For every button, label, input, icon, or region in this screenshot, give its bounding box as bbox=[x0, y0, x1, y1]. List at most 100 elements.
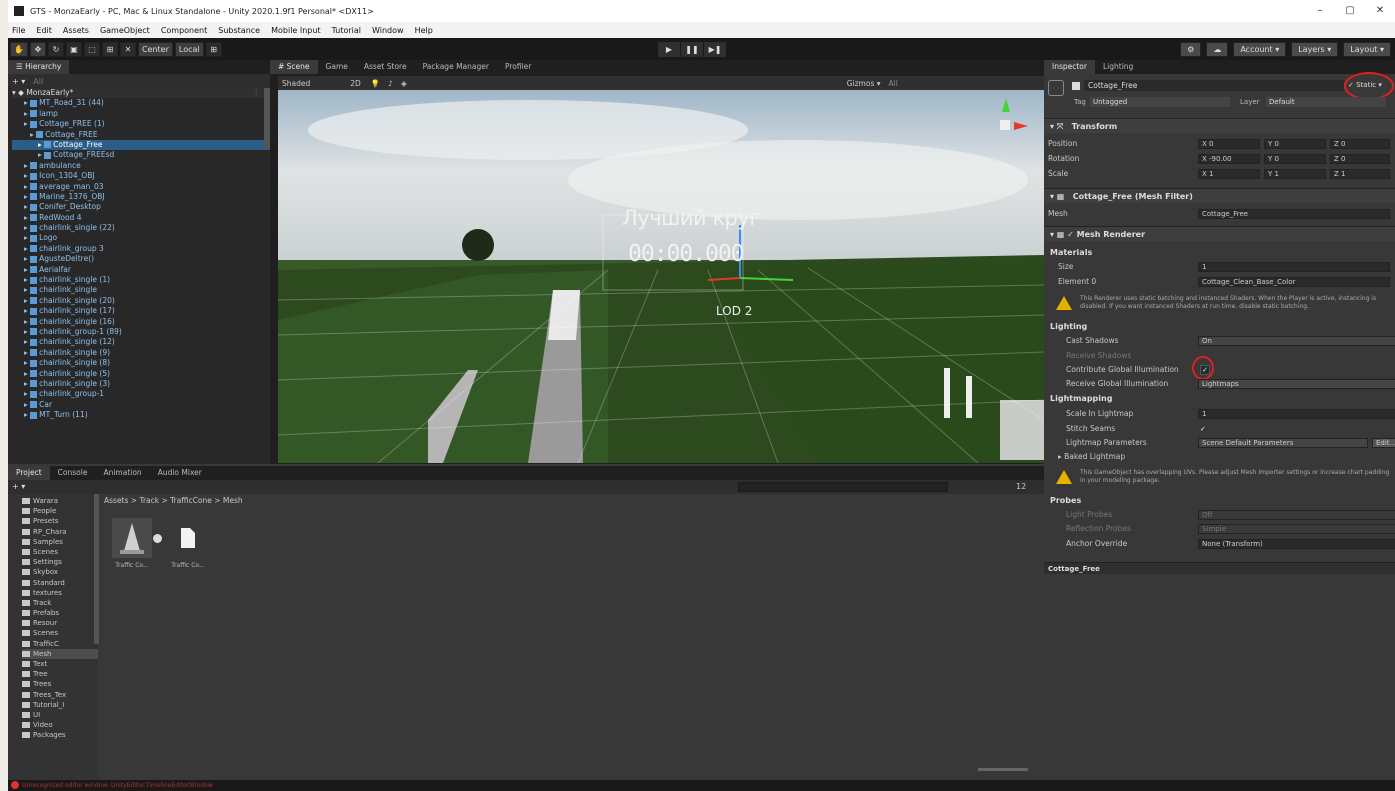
size-field[interactable]: 1 bbox=[1198, 262, 1390, 272]
folder-item[interactable]: TrafficC bbox=[22, 639, 98, 649]
menu-gameobject[interactable]: GameObject bbox=[100, 26, 150, 35]
menu-file[interactable]: File bbox=[12, 26, 25, 35]
scene-search-input[interactable]: All bbox=[889, 79, 898, 88]
hierarchy-item[interactable]: ▸ chairlink_single (12) bbox=[12, 337, 270, 347]
tab-lighting[interactable]: Lighting bbox=[1095, 60, 1141, 74]
scale-lightmap-field[interactable]: 1 bbox=[1198, 409, 1395, 419]
layout-dropdown[interactable]: Layout ▾ bbox=[1343, 42, 1391, 57]
hierarchy-item[interactable]: ▸ Aerialfar bbox=[12, 265, 270, 275]
effects-toggle-icon[interactable]: ◈ bbox=[401, 79, 407, 88]
receive-gi-dropdown[interactable]: Lightmaps bbox=[1198, 379, 1395, 389]
folder-item[interactable]: UI bbox=[22, 710, 98, 720]
step-button[interactable]: ▶❚ bbox=[704, 42, 726, 57]
move-tool-button[interactable]: ✥ bbox=[29, 41, 46, 57]
custom-tool-button[interactable]: ✕ bbox=[119, 41, 136, 57]
tab-inspector[interactable]: Inspector bbox=[1044, 60, 1095, 74]
mode-2d-toggle[interactable]: 2D bbox=[350, 79, 361, 88]
mesh-field[interactable]: Cottage_Free bbox=[1198, 209, 1390, 219]
element-field[interactable]: Cottage_Clean_Base_Color bbox=[1198, 277, 1390, 287]
mesh-filter-header[interactable]: ▾ ▦ Cottage_Free (Mesh Filter) bbox=[1044, 188, 1395, 203]
project-search-input[interactable] bbox=[738, 482, 948, 492]
lighting-section-label[interactable]: Lighting bbox=[1050, 322, 1087, 331]
folder-item[interactable]: textures bbox=[22, 588, 98, 598]
menu-help[interactable]: Help bbox=[415, 26, 433, 35]
hierarchy-item[interactable]: ▸ ambulance bbox=[12, 161, 270, 171]
folder-item[interactable]: Standard bbox=[22, 578, 98, 588]
hand-tool-button[interactable]: ✋ bbox=[10, 41, 28, 57]
mesh-renderer-header[interactable]: ▾ ▦ ✓ Mesh Renderer bbox=[1044, 226, 1395, 241]
folder-item[interactable]: Scenes bbox=[22, 547, 98, 557]
hierarchy-item[interactable]: ▸ Marine_1376_OBJ bbox=[12, 192, 270, 202]
hierarchy-item[interactable]: ▸ chairlink_group-1 bbox=[12, 389, 270, 399]
folder-item[interactable]: Packages bbox=[22, 730, 98, 740]
scale-x[interactable]: X 1 bbox=[1198, 169, 1260, 179]
folder-item[interactable]: Track bbox=[22, 598, 98, 608]
shading-dropdown[interactable]: Shaded bbox=[282, 79, 310, 88]
hierarchy-item[interactable]: ▸ RedWood 4 bbox=[12, 213, 270, 223]
menu-tutorial[interactable]: Tutorial bbox=[332, 26, 361, 35]
collab-button[interactable]: ⚙ bbox=[1180, 42, 1202, 57]
scene-root[interactable]: ▾ ◆ MonzaEarly* ⋮ bbox=[12, 88, 270, 99]
active-checkbox[interactable] bbox=[1072, 82, 1080, 90]
play-button[interactable]: ▶ bbox=[658, 42, 680, 57]
position-z[interactable]: Z 0 bbox=[1330, 139, 1390, 149]
persp-label[interactable]: < Persp bbox=[992, 156, 1019, 164]
lightmapping-label[interactable]: Lightmapping bbox=[1050, 394, 1112, 403]
probes-label[interactable]: Probes bbox=[1050, 496, 1081, 505]
lighting-toggle-icon[interactable]: 💡 bbox=[371, 79, 380, 88]
folder-item[interactable]: RP_Chara bbox=[22, 527, 98, 537]
folder-item[interactable]: Prefabs bbox=[22, 608, 98, 618]
hierarchy-item[interactable]: ▸ chairlink_single (5) bbox=[12, 369, 270, 379]
hierarchy-item[interactable]: ▸ chairlink_single (3) bbox=[12, 379, 270, 389]
folder-scrollbar[interactable] bbox=[94, 494, 99, 644]
scale-tool-button[interactable]: ▣ bbox=[65, 41, 82, 57]
tag-dropdown[interactable]: Untagged bbox=[1090, 97, 1230, 107]
menu-assets[interactable]: Assets bbox=[63, 26, 89, 35]
hierarchy-item[interactable]: ▸ chairlink_group-1 (89) bbox=[12, 327, 270, 337]
hierarchy-item[interactable]: ▸ chairlink_single (1) bbox=[12, 275, 270, 285]
transform-tool-button[interactable]: ⊞ bbox=[101, 41, 118, 57]
orientation-gizmo-center[interactable] bbox=[1000, 120, 1010, 130]
folder-item[interactable]: Trees bbox=[22, 679, 98, 689]
hierarchy-item[interactable]: ▸ chairlink_single (17) bbox=[12, 306, 270, 316]
menu-mobile-input[interactable]: Mobile Input bbox=[271, 26, 321, 35]
menu-component[interactable]: Component bbox=[161, 26, 207, 35]
hierarchy-item[interactable]: ▸ chairlink_single (22) bbox=[12, 223, 270, 233]
scene-viewport[interactable]: Лучший круг 00:00.000 LOD 2 < Persp bbox=[278, 90, 1044, 463]
tab-asset-store[interactable]: Asset Store bbox=[356, 60, 415, 74]
lightmap-edit-button[interactable]: Edit... bbox=[1372, 438, 1395, 448]
tab-animation[interactable]: Animation bbox=[95, 466, 149, 480]
folder-item[interactable]: Warara bbox=[22, 496, 98, 506]
folder-item[interactable]: Resour bbox=[22, 618, 98, 628]
cloud-icon[interactable]: ☁ bbox=[1206, 42, 1229, 57]
rotate-tool-button[interactable]: ↻ bbox=[47, 41, 64, 57]
gizmos-dropdown[interactable]: Gizmos ▾ bbox=[847, 79, 881, 88]
folder-item[interactable]: Settings bbox=[22, 557, 98, 567]
hierarchy-item[interactable]: ▸ average_man_03 bbox=[12, 182, 270, 192]
scale-z[interactable]: Z 1 bbox=[1330, 169, 1390, 179]
baked-lightmap-row[interactable]: ▸ Baked Lightmap bbox=[1058, 451, 1395, 463]
lightmap-params-dropdown[interactable]: Scene Default Parameters bbox=[1198, 438, 1368, 448]
folder-item[interactable]: Scenes bbox=[22, 628, 98, 638]
tab-package-manager[interactable]: Package Manager bbox=[415, 60, 497, 74]
rotation-x[interactable]: X -90.00 bbox=[1198, 154, 1260, 164]
folder-item[interactable]: People bbox=[22, 506, 98, 516]
folder-item[interactable]: Presets bbox=[22, 516, 98, 526]
hierarchy-item[interactable]: ▸ Cottage_FREE bbox=[12, 130, 270, 140]
light-probes-dropdown[interactable]: Off bbox=[1198, 510, 1395, 520]
tab-hierarchy[interactable]: ☰ Hierarchy bbox=[8, 60, 70, 74]
hierarchy-item[interactable]: ▸ chairlink_single (8) bbox=[12, 358, 270, 368]
create-button[interactable]: + ▾ bbox=[12, 77, 25, 86]
pause-button[interactable]: ❚❚ bbox=[681, 42, 703, 57]
materials-label[interactable]: Materials bbox=[1050, 248, 1092, 257]
menu-substance[interactable]: Substance bbox=[218, 26, 260, 35]
hierarchy-item[interactable]: ▸ Logo bbox=[12, 233, 270, 243]
tab-project[interactable]: Project bbox=[8, 466, 50, 480]
asset-item[interactable]: Traffic Co... bbox=[168, 518, 208, 576]
reflection-probes-dropdown[interactable]: Simple bbox=[1198, 524, 1395, 534]
folder-item[interactable]: Samples bbox=[22, 537, 98, 547]
tab-console[interactable]: Console bbox=[50, 466, 96, 480]
hierarchy-item[interactable]: ▸ lamp bbox=[12, 109, 270, 119]
tab-game[interactable]: Game bbox=[318, 60, 356, 74]
hierarchy-item[interactable]: ▸ Conifer_Desktop bbox=[12, 202, 270, 212]
